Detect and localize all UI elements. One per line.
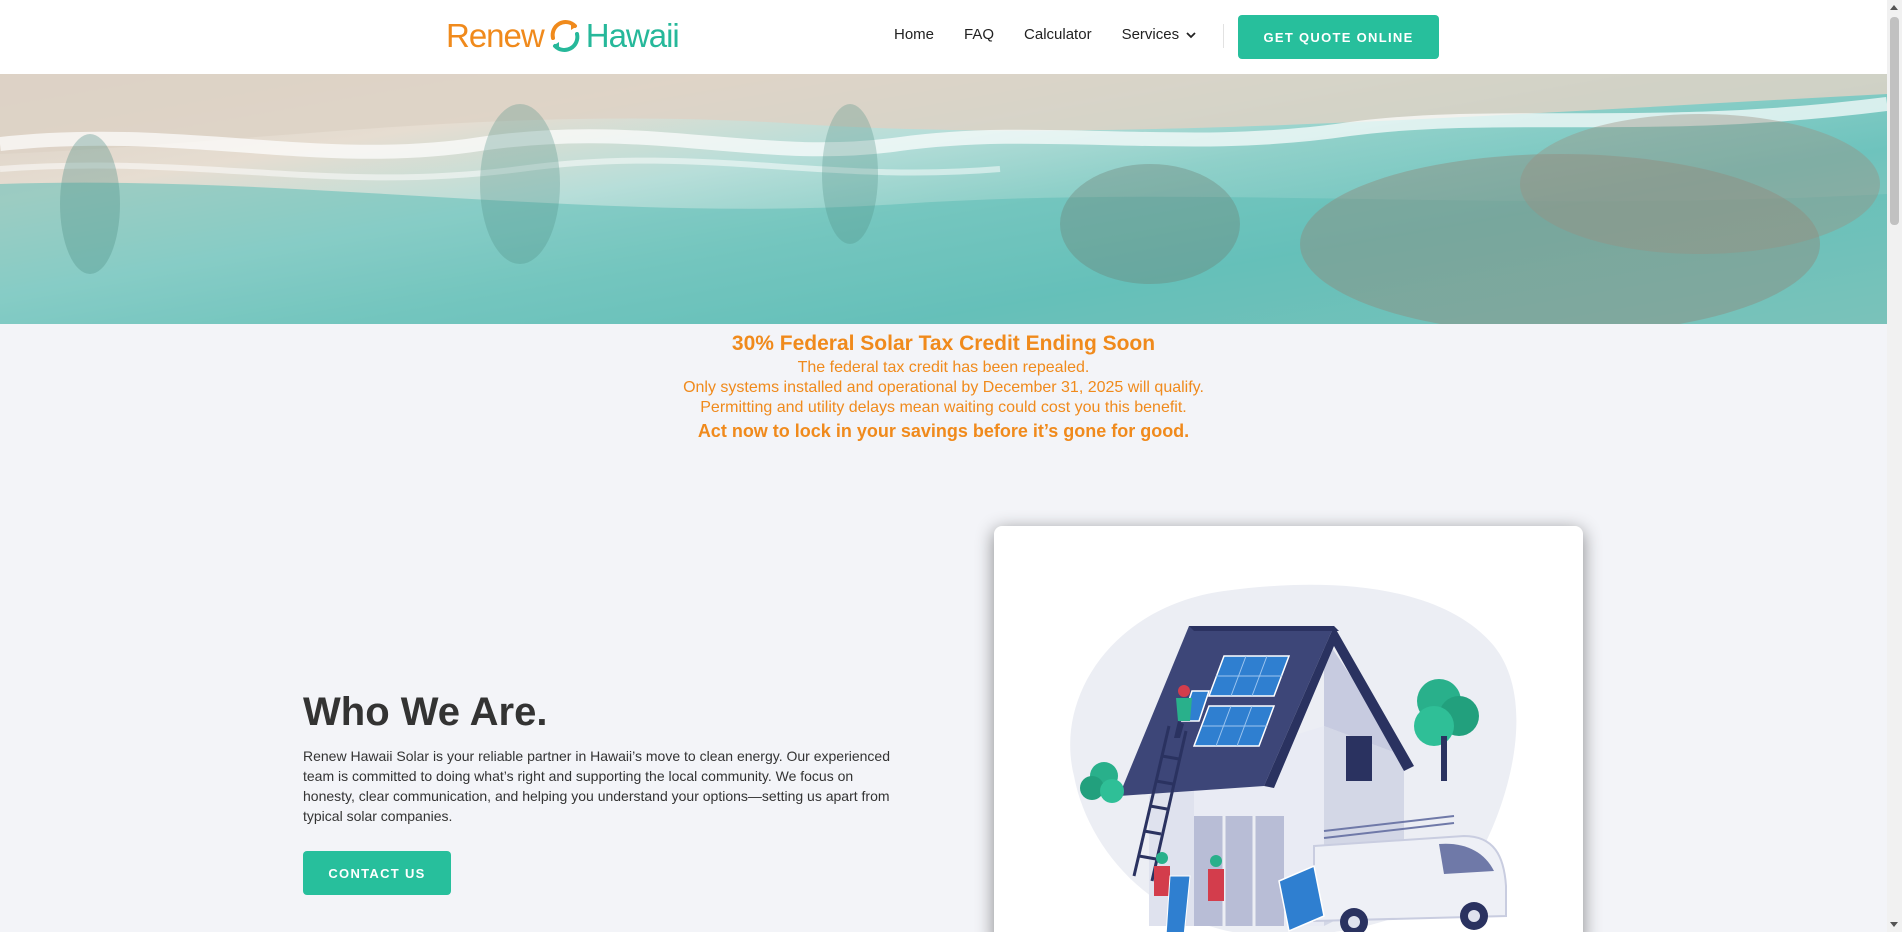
swirl-logo-icon <box>550 20 580 52</box>
nav-services-label: Services <box>1121 26 1180 43</box>
notice-line: Only systems installed and operational b… <box>683 379 1204 396</box>
hero-beach-image <box>0 74 1887 324</box>
scroll-down-arrow-icon[interactable] <box>1890 922 1898 927</box>
notice-cta: Act now to lock in your savings before i… <box>697 421 1190 441</box>
notice-title: 30% Federal Solar Tax Credit Ending Soon <box>731 332 1156 355</box>
chevron-down-icon <box>1186 31 1196 38</box>
nav-services[interactable]: Services <box>1122 26 1198 43</box>
nav-divider <box>1223 24 1224 48</box>
who-we-are-heading: Who We Are. <box>303 690 548 734</box>
solar-house-illustration <box>1070 584 1517 932</box>
site-header: Renew Hawaii Home FAQ Calculator Service… <box>0 0 1887 74</box>
solar-house-illustration-card <box>994 526 1583 932</box>
scrollbar-thumb[interactable] <box>1890 17 1899 225</box>
site-logo[interactable]: Renew Hawaii <box>446 16 680 56</box>
scroll-up-arrow-icon[interactable] <box>1890 5 1898 10</box>
logo-text-hawaii: Hawaii <box>585 17 680 54</box>
who-we-are-text: Renew Hawaii Solar is your reliable part… <box>303 748 890 824</box>
contact-us-button[interactable]: CONTACT US <box>303 851 451 895</box>
page-scrollbar[interactable] <box>1887 0 1902 932</box>
nav-faq[interactable]: FAQ <box>964 26 994 43</box>
notice-line: The federal tax credit has been repealed… <box>797 359 1090 376</box>
notice-line: Permitting and utility delays mean waiti… <box>700 399 1187 416</box>
tax-credit-notice: 30% Federal Solar Tax Credit Ending Soon… <box>0 330 1887 444</box>
main-nav: Home FAQ Calculator Services <box>894 26 1227 43</box>
nav-calculator[interactable]: Calculator <box>1024 26 1092 43</box>
get-quote-button[interactable]: GET QUOTE ONLINE <box>1238 15 1439 59</box>
logo-text-renew: Renew <box>446 17 545 54</box>
nav-home[interactable]: Home <box>894 26 934 43</box>
